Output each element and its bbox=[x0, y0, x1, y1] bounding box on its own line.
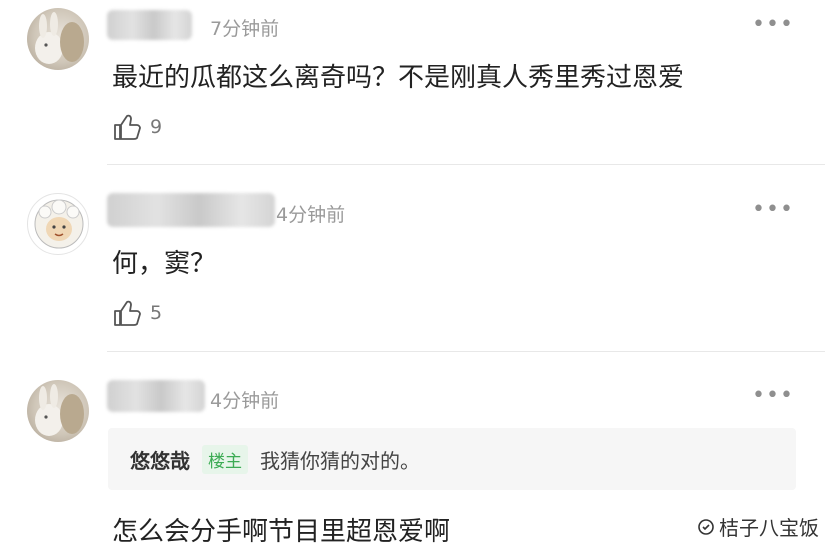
like-count: 5 bbox=[150, 302, 163, 324]
username-blurred[interactable] bbox=[107, 193, 275, 227]
op-badge: 楼主 bbox=[202, 444, 248, 474]
bunny-avatar-image bbox=[35, 12, 84, 64]
watermark-logo-icon bbox=[698, 518, 714, 535]
watermark: 桔子八宝饭 bbox=[697, 512, 819, 541]
divider bbox=[107, 351, 825, 352]
sheep-avatar-image bbox=[34, 199, 84, 249]
more-options-icon[interactable]: ••• bbox=[752, 383, 794, 408]
like-button[interactable]: 9 bbox=[112, 112, 162, 142]
more-options-icon[interactable]: ••• bbox=[752, 12, 794, 37]
username-blurred[interactable] bbox=[107, 380, 205, 412]
bunny-avatar-image bbox=[35, 384, 84, 436]
avatar[interactable] bbox=[27, 8, 89, 70]
comment-time: 4分钟前 bbox=[210, 390, 280, 412]
comment-time: 4分钟前 bbox=[276, 204, 346, 226]
like-count: 9 bbox=[150, 116, 163, 138]
more-options-icon[interactable]: ••• bbox=[752, 197, 794, 222]
comment-text: 最近的瓜都这么离奇吗？不是刚真人秀里秀过恩爱 bbox=[112, 63, 685, 93]
thumbs-up-icon bbox=[114, 114, 141, 140]
username-blurred[interactable] bbox=[107, 10, 192, 40]
comment-text: 何，窦？ bbox=[112, 249, 217, 279]
quoted-text: 我猜你猜的对的。 bbox=[260, 448, 420, 473]
avatar[interactable] bbox=[27, 380, 89, 442]
avatar[interactable] bbox=[27, 193, 89, 255]
comment-text: 怎么会分手啊节目里超恩爱啊 bbox=[112, 517, 451, 547]
quoted-username[interactable]: 悠悠哉 bbox=[130, 445, 190, 474]
comment-time: 7分钟前 bbox=[210, 18, 280, 40]
thumbs-up-icon bbox=[114, 300, 141, 326]
like-button[interactable]: 5 bbox=[112, 298, 162, 328]
divider bbox=[107, 164, 825, 165]
quoted-reply[interactable]: 悠悠哉 楼主 我猜你猜的对的。 bbox=[108, 428, 796, 490]
watermark-text: 桔子八宝饭 bbox=[719, 516, 819, 540]
